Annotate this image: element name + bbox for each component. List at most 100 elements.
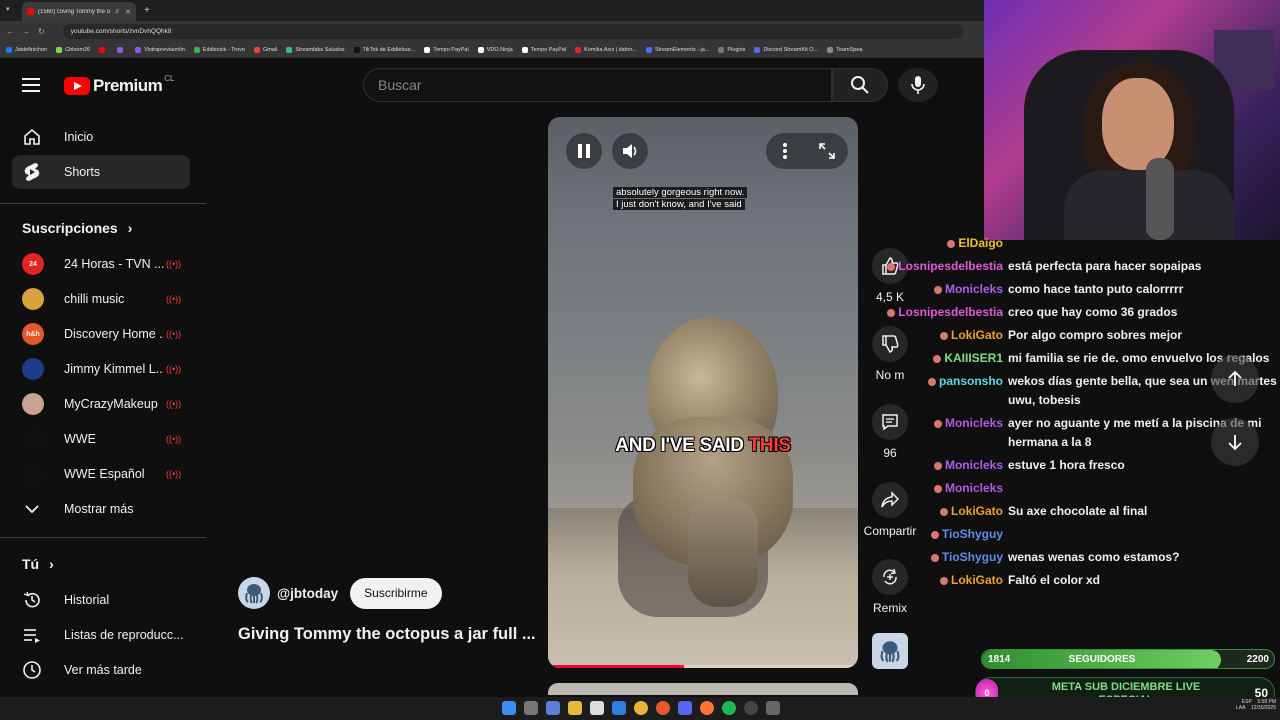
calculator-icon[interactable] (590, 701, 604, 715)
bookmark-item[interactable]: Tempo PayPal (521, 46, 566, 53)
chat-badge-icon (930, 530, 939, 539)
sidebar-item-channel[interactable]: h&h Discovery Home ... ((•)) (12, 317, 190, 351)
sidebar-item-playlists[interactable]: Listas de reproducc... (12, 618, 190, 652)
video-progress-bar[interactable] (548, 665, 858, 668)
voice-search-button[interactable] (898, 68, 938, 102)
sidebar-item-home[interactable]: Inicio (12, 120, 190, 154)
sidebar-item-channel[interactable]: 24 24 Horas - TVN ... ((•)) (12, 247, 190, 281)
forward-icon[interactable]: → (22, 27, 30, 36)
start-icon[interactable] (502, 701, 516, 715)
channel-avatar[interactable] (238, 577, 270, 609)
bookmark-item[interactable]: Plugins (718, 46, 745, 53)
tab-list-icon[interactable]: ▾ (6, 5, 10, 13)
chat-message: LokiGato Faltó el color xd (870, 573, 1100, 587)
followers-target: 2200 (1246, 654, 1269, 665)
bookmark-item[interactable] (99, 46, 108, 53)
file-explorer-icon[interactable] (568, 701, 582, 715)
obs-icon[interactable] (744, 701, 758, 715)
search-input[interactable]: Buscar (363, 68, 832, 102)
followers-goal-bar: 1814 SEGUIDORES 2200 (981, 649, 1275, 669)
sidebar-item-channel[interactable]: chilli music ((•)) (12, 282, 190, 316)
chat-username: pansonsho (870, 374, 1003, 388)
scroll-up-button[interactable] (1211, 355, 1259, 403)
bookmark-item[interactable]: Cbloom26 (56, 46, 90, 53)
reload-icon[interactable]: ↻ (38, 27, 45, 36)
brave-icon[interactable] (656, 701, 670, 715)
search-button[interactable] (832, 68, 888, 102)
chat-username-text: TioShyguy (941, 550, 1003, 564)
next-short-preview[interactable] (548, 683, 858, 695)
chat-username: Monicleks (870, 416, 1003, 430)
short-video-player[interactable]: absolutely gorgeous right now. I just do… (548, 117, 858, 668)
youtube-logo[interactable]: Premium CL (64, 74, 174, 96)
windows-taskbar: ESP 5:58 PM LAA 12/30/2025 (0, 697, 1280, 720)
channel-name: MyCrazyMakeup (64, 397, 158, 411)
sidebar-item-channel[interactable]: Jimmy Kimmel L... ((•)) (12, 352, 190, 386)
sidebar-item-channel[interactable]: MyCrazyMakeup ((•)) (12, 387, 190, 421)
bookmark-item[interactable]: Jaidefinichon (6, 46, 47, 53)
menu-icon[interactable] (22, 78, 40, 92)
channel-handle[interactable]: @jbtoday (277, 586, 338, 601)
chrome-icon[interactable] (634, 701, 648, 715)
chat-message: LokiGato Su axe chocolate al final (870, 504, 1147, 518)
you-heading[interactable]: Tú › (22, 556, 54, 572)
sidebar-item-channel[interactable]: WWE Español ((•)) (12, 457, 190, 491)
search-taskbar-icon[interactable] (524, 701, 538, 715)
back-icon[interactable]: ← (6, 27, 14, 36)
copilot-icon[interactable] (546, 701, 560, 715)
chat-badge-icon (887, 262, 896, 271)
bookmark-item[interactable]: VDO.Ninja (477, 46, 513, 53)
chat-username-text: KAIIISER1 (944, 351, 1003, 365)
bookmark-item[interactable]: StreamElements - ja... (645, 46, 709, 53)
spotify-icon[interactable] (722, 701, 736, 715)
discord-icon[interactable] (678, 701, 692, 715)
you-title: Tú (22, 556, 40, 572)
new-tab-button[interactable]: + (144, 5, 150, 16)
fullscreen-icon[interactable] (818, 142, 836, 165)
chat-username-text: Monicleks (944, 416, 1003, 430)
mail-icon[interactable] (612, 701, 626, 715)
burned-in-caption: AND I'VE SAID THIS (548, 435, 858, 457)
scroll-down-button[interactable] (1211, 418, 1259, 466)
arrow-down-icon (1228, 435, 1242, 451)
close-tab-icon[interactable]: ✕ (125, 8, 131, 16)
octopus-avatar-icon (245, 584, 263, 604)
youtube-favicon-icon (27, 8, 34, 15)
app-icon[interactable] (766, 701, 780, 715)
pause-button[interactable] (566, 133, 602, 169)
sidebar-item-history[interactable]: Historial (12, 583, 190, 617)
more-options-icon[interactable] (782, 142, 788, 165)
bookmark-item[interactable]: Gmail (253, 46, 277, 53)
short-title[interactable]: Giving Tommy the octopus a jar full ... (238, 625, 536, 644)
bookmark-item[interactable]: Tempo PayPal (424, 46, 469, 53)
bookmark-item[interactable]: TeamSpea (827, 46, 862, 53)
bookmark-item[interactable]: Vistrapreviaonlin (135, 46, 185, 53)
sidebar-item-shorts[interactable]: Shorts (12, 155, 190, 189)
bookmark-item[interactable]: Komika Axis | dafon... (575, 46, 637, 53)
url-field[interactable]: youtube.com/shorts/zvnDvhQQhk8 (62, 24, 963, 39)
bookmark-item[interactable]: TikTok de Eddiebue... (353, 46, 415, 53)
sidebar-item-watch-later[interactable]: Ver más tarde (12, 653, 190, 687)
chat-badge-icon (939, 331, 948, 340)
subscribe-button[interactable]: Suscribirme (350, 577, 442, 609)
bookmark-item[interactable]: Discord StreamKit O... (754, 46, 818, 53)
bookmark-item[interactable]: Streamlabs Saludos (286, 46, 345, 53)
speaker-icon[interactable]: ♬ (114, 8, 121, 15)
bookmark-item[interactable] (117, 46, 126, 53)
chat-username-text: Losnipesdelbestia (898, 305, 1003, 319)
live-indicator-icon: ((•)) (166, 294, 182, 304)
browser-tab[interactable]: (1560) Giving Tommy the o ♬ ✕ (22, 2, 136, 21)
channel-name: Discovery Home ... (64, 327, 164, 341)
bookmark-label: VDO.Ninja (486, 46, 513, 53)
firefox-icon[interactable] (700, 701, 714, 715)
subscriptions-heading[interactable]: Suscripciones › (22, 220, 132, 236)
volume-button[interactable] (612, 133, 648, 169)
sidebar-item-channel[interactable]: WWE ((•)) (12, 422, 190, 456)
live-indicator-icon: ((•)) (166, 469, 182, 479)
bookmark-item[interactable]: Eddiesick - Trovo (193, 46, 245, 53)
show-more-button[interactable]: Mostrar más (12, 492, 190, 526)
chat-message: TioShyguy wenas wenas como estamos? (870, 550, 1179, 564)
live-indicator-icon: ((•)) (166, 329, 182, 339)
chat-message-text: estuve 1 hora fresco (1008, 458, 1125, 472)
sound-thumbnail[interactable] (872, 633, 908, 669)
